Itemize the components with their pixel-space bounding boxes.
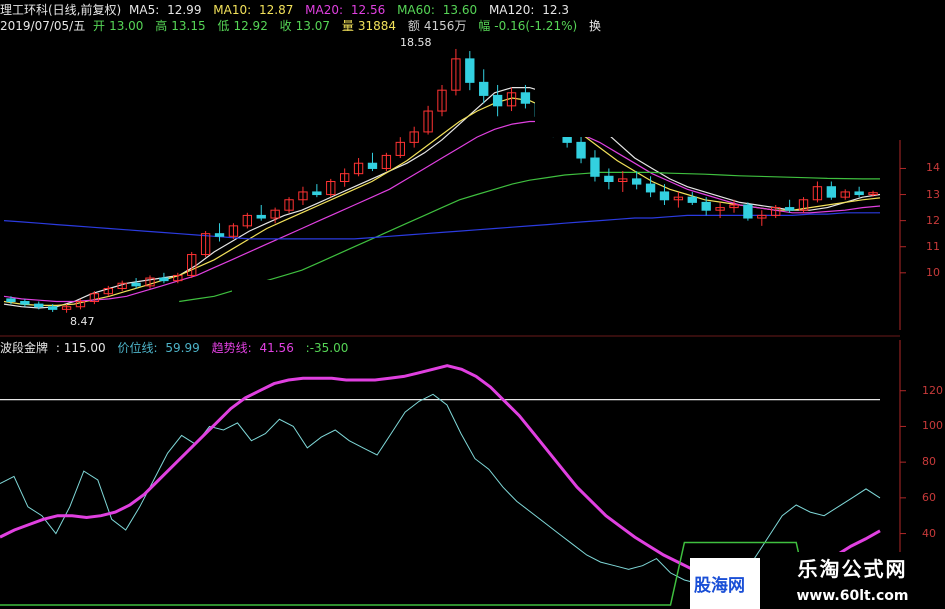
indicator-tick-label: 60 [922, 490, 936, 504]
candle-body [465, 58, 475, 83]
ma120-label: MA120: 12.3 [488, 3, 570, 17]
stock-name: 理工环科(日线,前复权) [0, 3, 122, 17]
high-label: 高 13.15 [155, 19, 206, 33]
candle-body [520, 92, 531, 104]
ma10-label: MA10: 12.87 [213, 3, 294, 17]
price-tick-label: 10 [926, 265, 940, 279]
indicator-tick-label: 100 [922, 419, 943, 433]
candle-body [20, 301, 30, 305]
extra-label: 换 [589, 19, 602, 33]
indicator-series-2 [0, 364, 881, 582]
candle-body [631, 178, 642, 185]
low-label: 低 12.92 [217, 19, 268, 33]
chart-root: 理工环科(日线,前复权) MA5: 12.99 MA10: 12.87 MA20… [0, 0, 945, 609]
indicator-tick-label: 80 [922, 455, 936, 469]
candle-body [479, 81, 489, 96]
amount-label: 额 4156万 [407, 19, 467, 33]
candle-body [590, 157, 600, 177]
ma-header: 理工环科(日线,前复权) MA5: 12.99 MA10: 12.87 MA20… [0, 2, 577, 18]
candle-body [645, 183, 656, 193]
ma5-label: MA5: 12.99 [129, 3, 202, 17]
candle-body [576, 141, 586, 159]
candle-body [47, 306, 58, 310]
ohlc-header: 2019/07/05/五 开 13.00 高 13.15 低 12.92 收 13.07… [0, 18, 605, 34]
candle-body [159, 277, 169, 282]
ma60-label: MA60: 13.60 [397, 3, 478, 17]
close-label: 收 13.07 [279, 19, 331, 33]
candle-body [492, 94, 503, 107]
price-axis-gridlines [900, 167, 906, 570]
candle-body [826, 186, 837, 198]
indicator-name: 波段金牌 : 115.00 [0, 341, 106, 355]
candle-body [604, 175, 614, 182]
candle-body [34, 303, 44, 308]
price-tick-label: 14 [926, 161, 940, 175]
candle-body [256, 214, 266, 219]
brand-url: www.60lt.com [760, 582, 945, 609]
brand-name: 乐淘公式网 [760, 552, 945, 582]
candle-body [6, 298, 16, 303]
candle-body [659, 191, 670, 201]
candle-body [854, 191, 864, 196]
indicator-header: 波段金牌 : 115.00 价位线: 59.99 趋势线: 41.56 :-35… [0, 340, 352, 356]
masked-area [232, 280, 714, 328]
price-tick-label: 11 [926, 239, 940, 253]
zone-value: :-35.00 [305, 341, 349, 355]
price-tick-label: 13 [926, 187, 940, 201]
indicator-tick-label: 40 [922, 526, 936, 540]
indicator-tick-label: 120 [922, 383, 943, 397]
candle-body [784, 207, 795, 211]
candle-body [701, 201, 711, 211]
trend-line-label: 趋势线: 41.56 [211, 341, 294, 355]
low-price-annotation: 8.47 [70, 315, 95, 328]
candle-body [743, 204, 753, 219]
candle-body [131, 282, 141, 287]
high-price-annotation: 18.58 [400, 36, 432, 49]
open-label: 开 13.00 [93, 19, 144, 33]
ma20-label: MA20: 12.56 [305, 3, 386, 17]
price-line-label: 价位线: 59.99 [117, 341, 200, 355]
candle-body [687, 196, 697, 203]
change-label: 幅 -0.16(-1.21%) [478, 19, 578, 33]
partner-watermark: 股海网 [690, 558, 760, 609]
price-tick-label: 12 [926, 213, 940, 227]
candle-body [312, 191, 322, 196]
candle-body [214, 233, 225, 237]
volume-label: 量 31884 [341, 19, 397, 33]
bar-date: 2019/07/05/五 [0, 19, 86, 33]
candle-body [367, 162, 378, 169]
